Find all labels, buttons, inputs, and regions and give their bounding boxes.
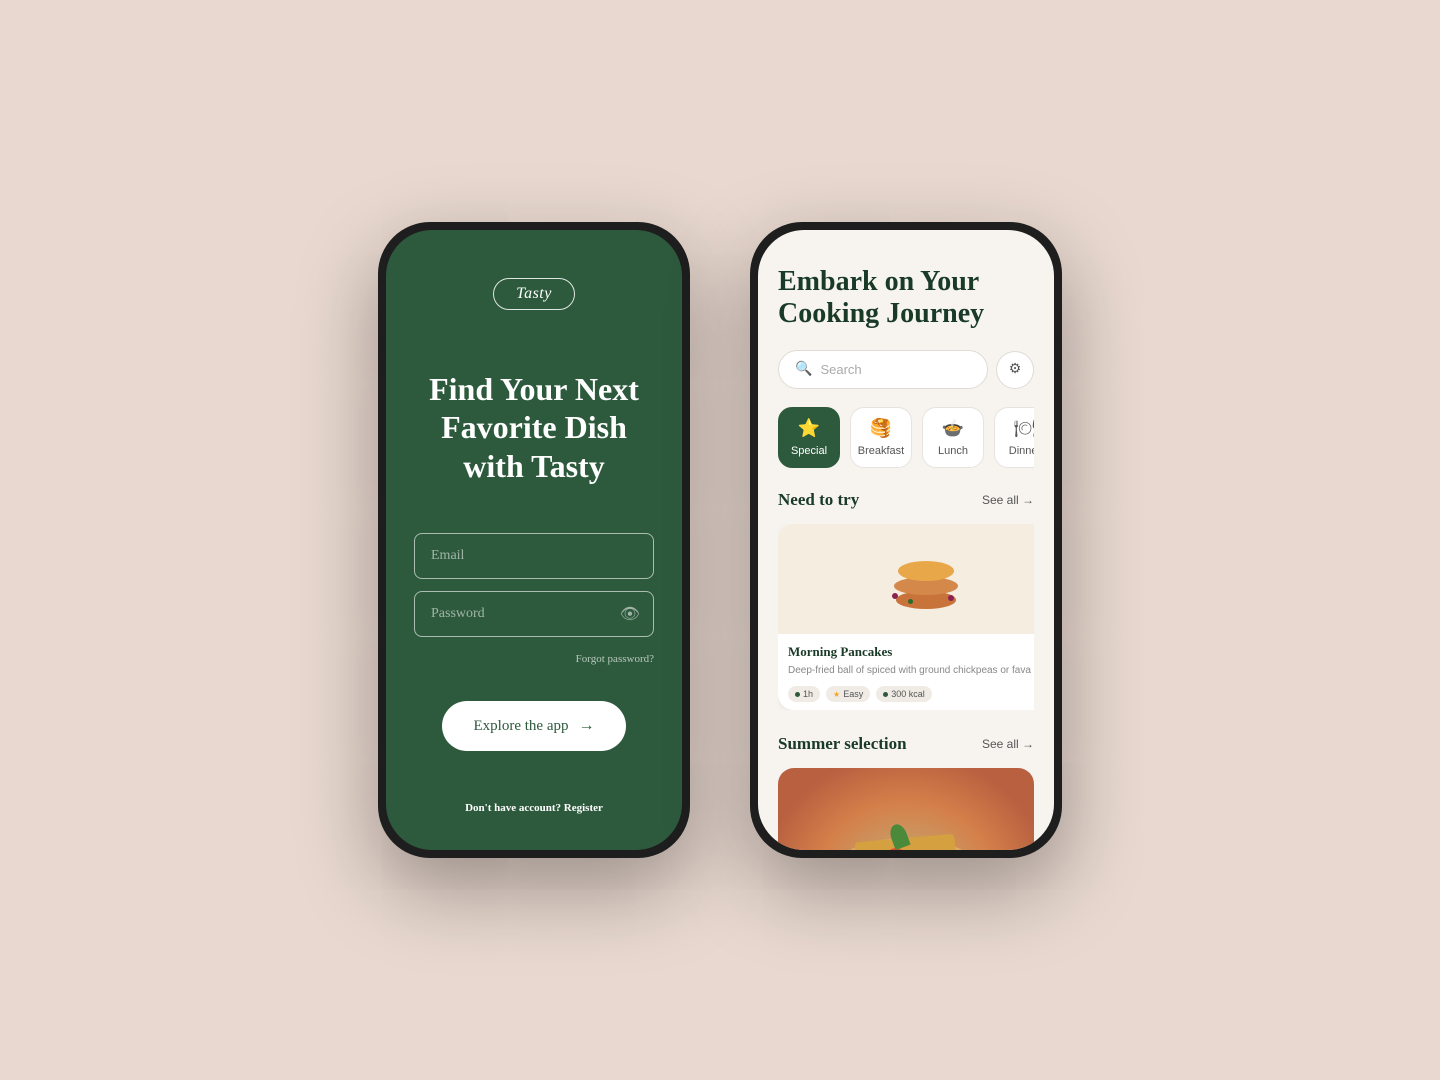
pancakes-info: Morning Pancakes Deep-fried ball of spic… — [778, 634, 1034, 710]
app-title: Embark on Your Cooking Journey — [778, 266, 1034, 330]
filter-icon: ⚙ — [1009, 361, 1022, 378]
summer-header: Summer selection See all → — [778, 734, 1034, 754]
dinner-icon: 🍽 — [1014, 418, 1034, 439]
login-headline: Find Your Next Favorite Dish with Tasty — [414, 370, 654, 485]
password-wrapper: 👁 — [414, 591, 654, 637]
search-row: 🔍 Search ⚙ — [778, 350, 1034, 389]
kcal-dot — [883, 692, 888, 697]
register-action[interactable]: Register — [564, 802, 603, 814]
login-form: 👁 Forgot password? Explore the app → — [414, 533, 654, 751]
special-icon: ⭐ — [798, 418, 820, 439]
pancakes-desc: Deep-fried ball of spiced with ground ch… — [788, 664, 1034, 678]
category-dinner[interactable]: 🍽 Dinner — [994, 407, 1034, 468]
need-to-try-header: Need to try See all → — [778, 490, 1034, 510]
recipe-card-pancakes[interactable]: 🔖 — [778, 524, 1034, 710]
see-all-summer[interactable]: See all → — [982, 737, 1034, 751]
dinner-label: Dinner — [1009, 445, 1034, 457]
category-breakfast[interactable]: 🥞 Breakfast — [850, 407, 912, 468]
search-bar[interactable]: 🔍 Search — [778, 350, 988, 389]
explore-btn-label: Explore the app — [474, 718, 569, 735]
forgot-password-link[interactable]: Forgot password? — [414, 653, 654, 665]
register-link: Don't have account? Register — [465, 802, 603, 814]
filter-button[interactable]: ⚙ — [996, 351, 1034, 389]
category-special[interactable]: ⭐ Special — [778, 407, 840, 468]
breakfast-label: Breakfast — [858, 445, 904, 457]
app-phone: Embark on Your Cooking Journey 🔍 Search … — [750, 222, 1062, 858]
pancakes-img-wrapper: 🔖 — [778, 524, 1034, 634]
app-content: Embark on Your Cooking Journey 🔍 Search … — [758, 230, 1054, 850]
explore-app-button[interactable]: Explore the app → — [442, 701, 627, 751]
search-placeholder: Search — [820, 362, 861, 377]
arrow-icon: → — [578, 717, 594, 735]
pancakes-kcal: 300 kcal — [876, 686, 932, 702]
category-lunch[interactable]: 🍲 Lunch — [922, 407, 984, 468]
logo-badge: Tasty — [493, 278, 575, 310]
star-icon: ★ — [833, 690, 840, 699]
register-prompt: Don't have account? — [465, 802, 561, 814]
pancakes-time: 1h — [788, 686, 820, 702]
eye-icon[interactable]: 👁 — [620, 604, 640, 624]
search-icon: 🔍 — [795, 361, 812, 378]
pancakes-difficulty: ★Easy — [826, 686, 870, 702]
email-field[interactable] — [414, 533, 654, 579]
logo-text: Tasty — [516, 285, 552, 302]
recipe-cards-row: 🔖 — [778, 524, 1034, 710]
login-phone: Tasty Find Your Next Favorite Dish with … — [378, 222, 690, 858]
breakfast-icon: 🥞 — [870, 418, 892, 439]
categories-row: ⭐ Special 🥞 Breakfast 🍲 Lunch 🍽 Dinner — [778, 407, 1034, 468]
pancakes-name: Morning Pancakes — [788, 644, 1034, 660]
see-all-need-to-try[interactable]: See all → — [982, 493, 1034, 507]
password-field[interactable] — [414, 591, 654, 637]
summer-title: Summer selection — [778, 734, 907, 754]
lunch-icon: 🍲 — [942, 418, 964, 439]
app-screen: Embark on Your Cooking Journey 🔍 Search … — [758, 230, 1054, 850]
login-screen: Tasty Find Your Next Favorite Dish with … — [386, 230, 682, 850]
pancakes-meta: 1h ★Easy 300 kcal — [788, 686, 1034, 702]
special-label: Special — [791, 445, 827, 457]
summer-card[interactable] — [778, 768, 1034, 850]
lunch-label: Lunch — [938, 445, 968, 457]
time-dot — [795, 692, 800, 697]
need-to-try-title: Need to try — [778, 490, 859, 510]
